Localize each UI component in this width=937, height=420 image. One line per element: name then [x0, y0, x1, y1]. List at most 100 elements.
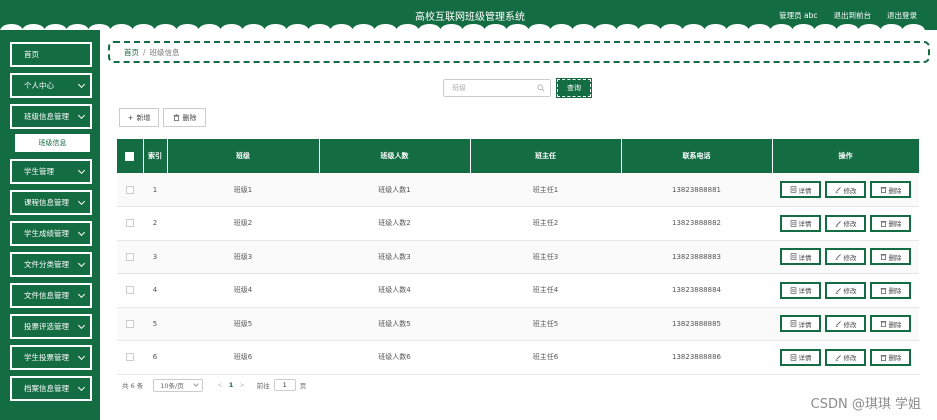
- detail-button[interactable]: 详情: [780, 348, 821, 366]
- cell-teacher: 班主任2: [470, 206, 621, 241]
- breadcrumb: 首页 / 班级信息: [108, 41, 930, 63]
- col-header-count: 班级人数: [319, 139, 471, 173]
- select-all-checkbox[interactable]: [125, 151, 135, 161]
- detail-button-label: 详情: [798, 320, 812, 329]
- edit-button-label: 修改: [843, 354, 857, 363]
- edit-icon: [835, 254, 841, 261]
- sidebar-subitem-class-info[interactable]: 班级信息: [15, 134, 90, 152]
- chevron-down-icon: [77, 352, 86, 360]
- edit-button-label: 修改: [843, 220, 857, 229]
- cell-teacher: 班主任6: [470, 340, 621, 375]
- delete-button[interactable]: 删除: [870, 248, 911, 266]
- cell-teacher: 班主任3: [470, 240, 621, 274]
- delete-button-label: 删除: [888, 287, 902, 296]
- edit-button[interactable]: 修改: [825, 315, 866, 333]
- edit-button[interactable]: 修改: [825, 348, 866, 366]
- row-select-cell: [117, 206, 143, 241]
- search-icon[interactable]: [537, 84, 545, 92]
- row-checkbox[interactable]: [126, 319, 134, 328]
- delete-button-label: 删除: [888, 220, 902, 229]
- cell-phone: 13823888884: [621, 273, 772, 308]
- cell-index: 2: [143, 206, 167, 241]
- detail-button[interactable]: 详情: [780, 214, 821, 232]
- sidebar-item[interactable]: 班级信息管理: [10, 104, 92, 129]
- chevron-down-icon: [77, 321, 86, 329]
- admin-label: 管理员 abc: [779, 11, 818, 20]
- sidebar-item[interactable]: 个人中心: [10, 73, 92, 98]
- page-size-select[interactable]: 10条/页: [153, 378, 204, 392]
- sidebar-item[interactable]: 学生投票管理: [10, 345, 92, 370]
- trash-icon: [880, 254, 886, 261]
- col-header-class: 班级: [167, 139, 320, 173]
- table-row: 2 班级2 班级人数2 班主任2 13823888882 详情 修改 删除: [117, 206, 919, 241]
- detail-button[interactable]: 详情: [780, 315, 821, 333]
- row-checkbox[interactable]: [126, 219, 134, 228]
- prev-page-button[interactable]: <: [217, 381, 222, 389]
- sidebar-item[interactable]: 学生成绩管理: [10, 221, 92, 246]
- edit-button[interactable]: 修改: [825, 248, 866, 266]
- delete-button[interactable]: 删除: [870, 315, 911, 333]
- batch-delete-button[interactable]: 删除: [163, 108, 206, 127]
- goto-label: 前往: [256, 382, 270, 390]
- table-row: 3 班级3 班级人数3 班主任3 13823888883 详情 修改 删除: [117, 240, 919, 274]
- goto-page-input[interactable]: [273, 379, 296, 391]
- app-header: 高校互联网班级管理系统 管理员 abc 退出到前台 退出登录: [0, 0, 937, 30]
- col-header-phone: 联系电话: [621, 139, 773, 173]
- add-button[interactable]: + 新增: [119, 108, 159, 127]
- detail-button-label: 详情: [798, 253, 812, 262]
- header-scallop-decoration: [0, 24, 937, 30]
- sidebar-item-label: 学生投票管理: [24, 353, 69, 362]
- detail-button[interactable]: 详情: [780, 248, 821, 266]
- sidebar-item[interactable]: 档案信息管理: [10, 376, 92, 401]
- app-title: 高校互联网班级管理系统: [415, 12, 525, 23]
- sidebar-item-label: 班级信息管理: [24, 112, 69, 121]
- cell-index: 5: [143, 307, 167, 341]
- delete-button[interactable]: 删除: [870, 348, 911, 366]
- chevron-down-icon: [77, 166, 86, 174]
- cell-count: 班级人数5: [319, 307, 470, 341]
- page-number-1[interactable]: 1: [229, 381, 234, 389]
- row-checkbox[interactable]: [126, 185, 134, 194]
- row-checkbox[interactable]: [126, 353, 134, 362]
- delete-button[interactable]: 删除: [870, 181, 911, 198]
- detail-button-label: 详情: [798, 186, 812, 195]
- edit-button[interactable]: 修改: [825, 181, 866, 198]
- add-button-label: 新增: [136, 113, 151, 122]
- document-icon: [790, 220, 796, 227]
- sidebar-item[interactable]: 文件分类管理: [10, 252, 92, 277]
- breadcrumb-current: 班级信息: [149, 47, 180, 57]
- sidebar-item[interactable]: 文件信息管理: [10, 283, 92, 308]
- cell-count: 班级人数3: [319, 240, 470, 274]
- cell-index: 6: [143, 340, 167, 375]
- delete-button[interactable]: 删除: [870, 214, 911, 232]
- trash-icon: [880, 287, 886, 294]
- search-input[interactable]: [452, 84, 536, 92]
- sidebar-item[interactable]: 学生管理: [10, 159, 92, 184]
- query-button[interactable]: 查询: [556, 78, 592, 98]
- trash-icon: [880, 187, 886, 193]
- edit-button[interactable]: 修改: [825, 281, 866, 299]
- sidebar-item[interactable]: 课程信息管理: [10, 190, 92, 215]
- row-checkbox[interactable]: [126, 252, 134, 261]
- detail-button[interactable]: 详情: [780, 281, 821, 299]
- sidebar-item[interactable]: 投票评选管理: [10, 314, 92, 339]
- row-actions-cell: 详情 修改 删除: [772, 273, 919, 308]
- detail-button-label: 详情: [798, 287, 812, 296]
- row-checkbox[interactable]: [126, 286, 134, 295]
- row-actions-cell: 详情 修改 删除: [772, 206, 919, 241]
- sidebar-item[interactable]: 首页: [10, 42, 92, 67]
- sidebar-item-label: 文件信息管理: [24, 291, 69, 300]
- delete-button[interactable]: 删除: [870, 281, 911, 299]
- logout-link[interactable]: 退出登录: [887, 10, 917, 21]
- detail-button[interactable]: 详情: [780, 181, 821, 198]
- edit-button-label: 修改: [843, 320, 857, 329]
- document-icon: [790, 354, 796, 361]
- sidebar-item-label: 学生成绩管理: [24, 229, 69, 238]
- front-link[interactable]: 退出到前台: [834, 10, 872, 21]
- table-row: 6 班级6 班级人数6 班主任6 13823888886 详情 修改 删除: [117, 340, 919, 375]
- breadcrumb-home[interactable]: 首页: [124, 47, 139, 58]
- edit-button[interactable]: 修改: [825, 214, 866, 232]
- next-page-button[interactable]: >: [239, 381, 244, 389]
- cell-teacher: 班主任4: [470, 273, 621, 308]
- document-icon: [790, 320, 796, 327]
